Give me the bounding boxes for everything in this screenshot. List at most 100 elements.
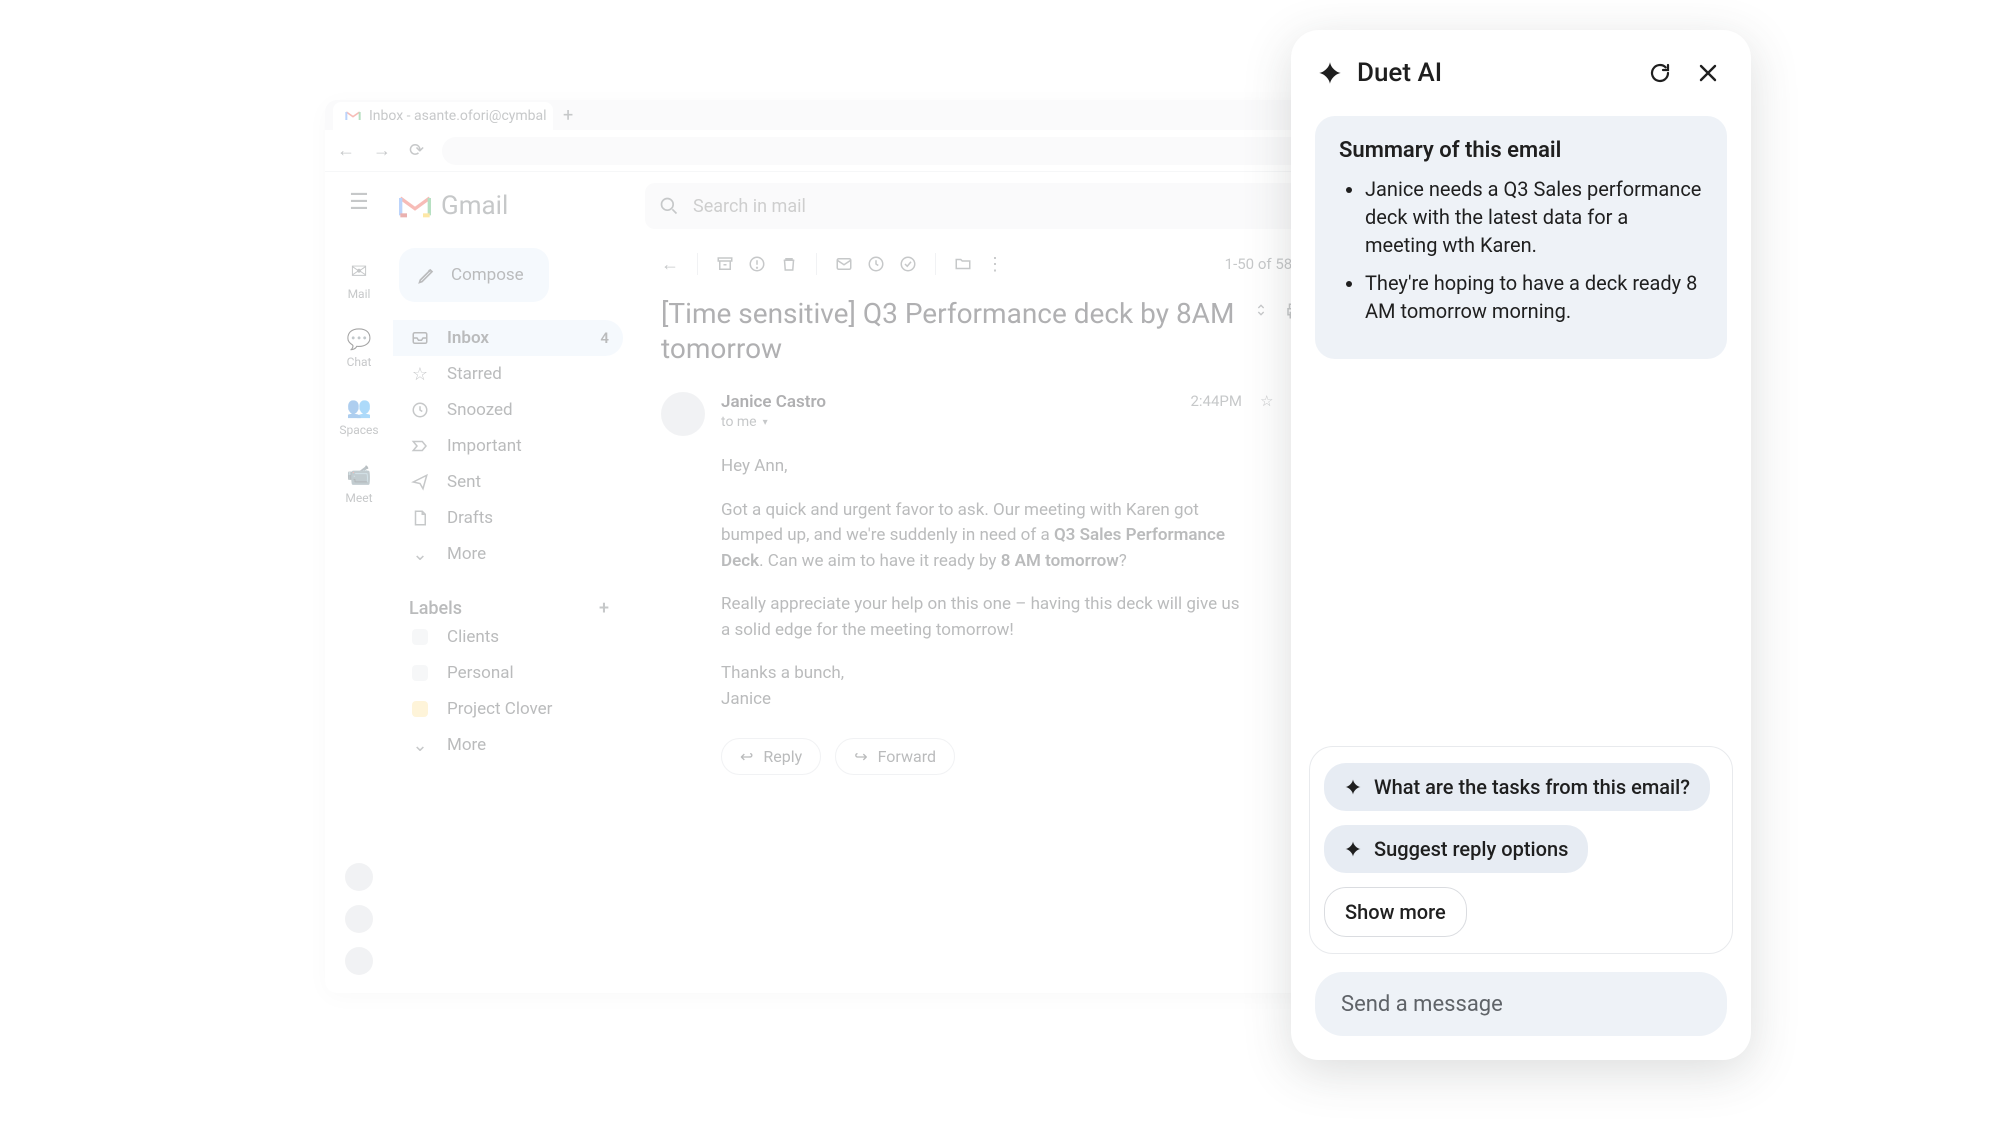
sidebar-item-snoozed[interactable]: Snoozed bbox=[393, 392, 623, 428]
search-icon bbox=[659, 196, 679, 216]
browser-toolbar: ← → ⟳ bbox=[325, 130, 1355, 172]
star-message-icon[interactable]: ☆ bbox=[1260, 392, 1273, 410]
back-icon[interactable]: ← bbox=[337, 140, 355, 161]
message-header: Janice Castro to me ▾ 2:44PM ☆ ↩ ⋮ bbox=[661, 392, 1337, 436]
search-input[interactable] bbox=[693, 196, 1309, 217]
rail-contacts bbox=[345, 863, 373, 993]
reply-label: Reply bbox=[763, 747, 802, 766]
browser-tab[interactable]: Inbox - asante.ofori@cymbal ✕ bbox=[333, 102, 553, 130]
mark-unread-icon[interactable] bbox=[835, 255, 853, 273]
refresh-button[interactable] bbox=[1643, 56, 1677, 90]
sidebar-item-inbox[interactable]: Inbox 4 bbox=[393, 320, 623, 356]
duet-message-input[interactable] bbox=[1341, 992, 1701, 1017]
clock-icon bbox=[409, 401, 431, 419]
gmail-window: Inbox - asante.ofori@cymbal ✕ + ← → ⟳ ☰ … bbox=[325, 100, 1355, 993]
duet-ai-panel: Duet AI Summary of this email Janice nee… bbox=[1291, 30, 1751, 1060]
chip-label: Show more bbox=[1345, 900, 1446, 924]
labels-header: Labels + bbox=[393, 598, 623, 619]
sender-name: Janice Castro bbox=[721, 392, 1174, 412]
close-button[interactable] bbox=[1691, 56, 1725, 90]
recipient-expand-icon[interactable]: ▾ bbox=[763, 417, 768, 428]
suggestion-chip-reply[interactable]: Suggest reply options bbox=[1324, 825, 1588, 873]
rail-label: Chat bbox=[347, 355, 372, 369]
sidebar-item-more[interactable]: ⌄ More bbox=[393, 536, 623, 572]
sparkle-icon bbox=[1317, 60, 1343, 86]
summary-card: Summary of this email Janice needs a Q3 … bbox=[1315, 116, 1727, 359]
label-color-icon bbox=[409, 629, 431, 645]
archive-icon[interactable] bbox=[716, 255, 734, 273]
summary-title: Summary of this email bbox=[1339, 138, 1703, 163]
gmail-topbar: Gmail ▾ bbox=[393, 172, 1355, 240]
gmail-favicon bbox=[345, 108, 361, 124]
sidebar-item-label: Drafts bbox=[447, 508, 493, 528]
forward-icon[interactable]: → bbox=[373, 140, 391, 161]
contact-avatar[interactable] bbox=[345, 947, 373, 975]
add-task-icon[interactable] bbox=[899, 255, 917, 273]
duet-title: Duet AI bbox=[1357, 58, 1629, 88]
chevron-down-icon: ⌄ bbox=[409, 735, 431, 756]
sidebar-item-drafts[interactable]: Drafts bbox=[393, 500, 623, 536]
rail-label: Meet bbox=[345, 491, 372, 505]
search-bar[interactable]: ▾ bbox=[645, 183, 1343, 229]
message-body: Hey Ann, Got a quick and urgent favor to… bbox=[721, 454, 1241, 712]
sidebar-item-sent[interactable]: Sent bbox=[393, 464, 623, 500]
label-name: Clients bbox=[447, 627, 499, 647]
chip-label: What are the tasks from this email? bbox=[1374, 775, 1690, 799]
inbox-count: 4 bbox=[600, 329, 609, 347]
summary-bullet: Janice needs a Q3 Sales performance deck… bbox=[1365, 175, 1703, 259]
forward-button[interactable]: ↪ Forward bbox=[835, 738, 955, 775]
reply-button[interactable]: ↩ Reply bbox=[721, 738, 821, 775]
body-signoff: Thanks a bunch, Janice bbox=[721, 661, 1241, 712]
label-project-clover[interactable]: Project Clover bbox=[393, 691, 623, 727]
sparkle-icon bbox=[1344, 778, 1362, 796]
sidebar-item-starred[interactable]: ☆ Starred bbox=[393, 356, 623, 392]
pagination-count: 1-50 of 58 bbox=[1225, 255, 1293, 273]
move-to-icon[interactable] bbox=[954, 255, 972, 273]
sidebar-item-label: Important bbox=[447, 436, 522, 456]
body-greeting: Hey Ann, bbox=[721, 454, 1241, 480]
snooze-icon[interactable] bbox=[867, 255, 885, 273]
chip-label: Suggest reply options bbox=[1374, 837, 1568, 861]
rail-meet[interactable]: 📹 Meet bbox=[325, 453, 393, 515]
gmail-wordmark: Gmail bbox=[441, 191, 508, 221]
label-clients[interactable]: Clients bbox=[393, 619, 623, 655]
duet-header: Duet AI bbox=[1291, 30, 1751, 108]
sidebar-item-label: More bbox=[447, 544, 486, 564]
sidebar-item-important[interactable]: Important bbox=[393, 428, 623, 464]
suggestion-chip-tasks[interactable]: What are the tasks from this email? bbox=[1324, 763, 1710, 811]
add-label-icon[interactable]: + bbox=[599, 598, 609, 619]
contact-avatar[interactable] bbox=[345, 863, 373, 891]
menu-icon[interactable]: ☰ bbox=[349, 190, 369, 215]
expand-collapse-icon[interactable] bbox=[1253, 302, 1269, 320]
report-spam-icon[interactable] bbox=[748, 255, 766, 273]
message-time: 2:44PM bbox=[1190, 392, 1241, 410]
body-paragraph: Really appreciate your help on this one … bbox=[721, 592, 1241, 643]
rail-mail[interactable]: ✉ Mail bbox=[325, 249, 393, 311]
reload-icon[interactable]: ⟳ bbox=[409, 140, 424, 161]
email-reader: ← bbox=[633, 240, 1355, 993]
back-to-inbox-icon[interactable]: ← bbox=[661, 254, 679, 275]
label-color-icon bbox=[409, 701, 431, 717]
more-icon[interactable]: ⋮ bbox=[986, 254, 1004, 275]
sent-icon bbox=[409, 473, 431, 491]
sender-avatar[interactable] bbox=[661, 392, 705, 436]
gmail-logo-block[interactable]: Gmail bbox=[393, 191, 633, 221]
rail-label: Mail bbox=[348, 287, 371, 301]
duet-message-input-container[interactable] bbox=[1315, 972, 1727, 1036]
compose-button[interactable]: Compose bbox=[399, 248, 549, 302]
address-bar[interactable] bbox=[442, 137, 1343, 165]
rail-chat[interactable]: 💬 Chat bbox=[325, 317, 393, 379]
label-name: Project Clover bbox=[447, 699, 552, 719]
new-tab-button[interactable]: + bbox=[563, 105, 573, 130]
sidebar-item-label: Starred bbox=[447, 364, 502, 384]
label-personal[interactable]: Personal bbox=[393, 655, 623, 691]
rail-spaces[interactable]: 👥 Spaces bbox=[325, 385, 393, 447]
delete-icon[interactable] bbox=[780, 255, 798, 273]
sidebar-item-label: Snoozed bbox=[447, 400, 513, 420]
forward-label: Forward bbox=[878, 747, 936, 766]
labels-title: Labels bbox=[409, 598, 462, 619]
suggestion-chips: What are the tasks from this email? Sugg… bbox=[1309, 746, 1733, 954]
contact-avatar[interactable] bbox=[345, 905, 373, 933]
label-more[interactable]: ⌄ More bbox=[393, 727, 623, 763]
show-more-chip[interactable]: Show more bbox=[1324, 887, 1467, 937]
